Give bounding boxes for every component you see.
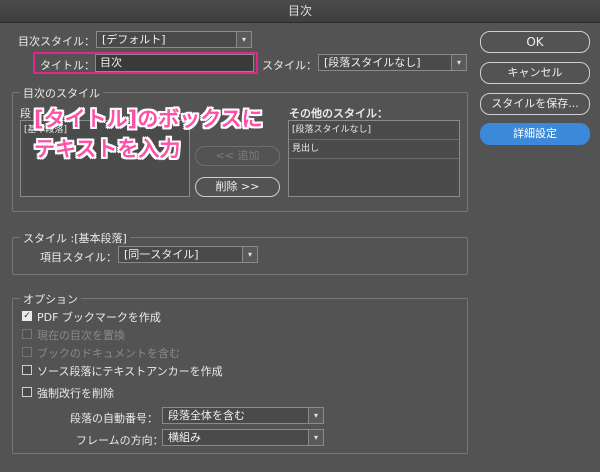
remove-forced-breaks-checkbox[interactable] [22, 387, 32, 397]
toc-style-label: 目次スタイル： [18, 35, 95, 48]
entry-style-select[interactable]: [同一スタイル] ▾ [118, 246, 258, 263]
title-style-value: [段落スタイルなし] [324, 56, 421, 69]
title-input[interactable]: 目次 [95, 54, 254, 72]
numbering-select[interactable]: 段落全体を含む ▾ [162, 407, 324, 424]
other-styles-label: その他のスタイル： [289, 107, 388, 120]
save-style-button[interactable]: スタイルを保存... [480, 93, 590, 115]
include-book-checkbox[interactable] [22, 347, 32, 357]
options-legend: オプション [20, 291, 81, 307]
pdf-bookmark-label: PDF ブックマークを作成 [37, 311, 161, 324]
callout-line-1: [タイトル]のボックスに [34, 107, 263, 131]
other-styles-list[interactable]: [段落スタイルなし] 見出し [288, 120, 460, 197]
title-input-value: 目次 [100, 56, 122, 69]
toc-style-value: [デフォルト] [102, 33, 166, 46]
list-item[interactable]: 見出し [289, 140, 459, 159]
frame-direction-select[interactable]: 横組み ▾ [162, 429, 324, 446]
title-style-select[interactable]: [段落スタイルなし] ▾ [318, 54, 467, 71]
include-book-label: ブックのドキュメントを含む [37, 347, 180, 360]
window-title: 目次 [0, 0, 600, 23]
text-anchor-checkbox[interactable] [22, 365, 32, 375]
replace-toc-checkbox[interactable] [22, 329, 32, 339]
remove-forced-breaks-label: 強制改行を削除 [37, 387, 114, 400]
add-button[interactable]: << 追加 [195, 146, 280, 166]
toc-style-select[interactable]: [デフォルト] ▾ [96, 31, 252, 48]
pdf-bookmark-checkbox[interactable]: ✓ [22, 311, 32, 321]
remove-button[interactable]: 削除 >> [195, 177, 280, 197]
numbering-value: 段落全体を含む [168, 409, 245, 422]
numbering-label: 段落の自動番号： [70, 412, 158, 425]
entry-style-value: [同一スタイル] [124, 248, 199, 261]
text-anchor-label: ソース段落にテキストアンカーを作成 [37, 365, 223, 378]
frame-direction-value: 横組み [168, 431, 201, 444]
included-styles-label: 段 [20, 107, 31, 120]
list-item[interactable]: [段落スタイルなし] [289, 121, 459, 140]
details-button[interactable]: 詳細設定 [480, 123, 590, 145]
entry-style-label: 項目スタイル： [40, 251, 117, 264]
ok-button[interactable]: OK [480, 31, 590, 53]
chevron-down-icon: ▾ [236, 32, 251, 47]
replace-toc-label: 現在の目次を置換 [37, 329, 125, 342]
callout-line-2: テキストを入力 [34, 137, 181, 161]
frame-direction-label: フレームの方向： [76, 434, 164, 447]
title-style-label: スタイル： [262, 59, 317, 72]
style-legend: スタイル :[基本段落] [20, 230, 130, 246]
chevron-down-icon: ▾ [308, 408, 323, 423]
chevron-down-icon: ▾ [308, 430, 323, 445]
title-label: タイトル： [40, 59, 95, 72]
chevron-down-icon: ▾ [451, 55, 466, 70]
chevron-down-icon: ▾ [242, 247, 257, 262]
toc-styles-legend: 目次のスタイル [20, 85, 103, 101]
cancel-button[interactable]: キャンセル [480, 62, 590, 84]
